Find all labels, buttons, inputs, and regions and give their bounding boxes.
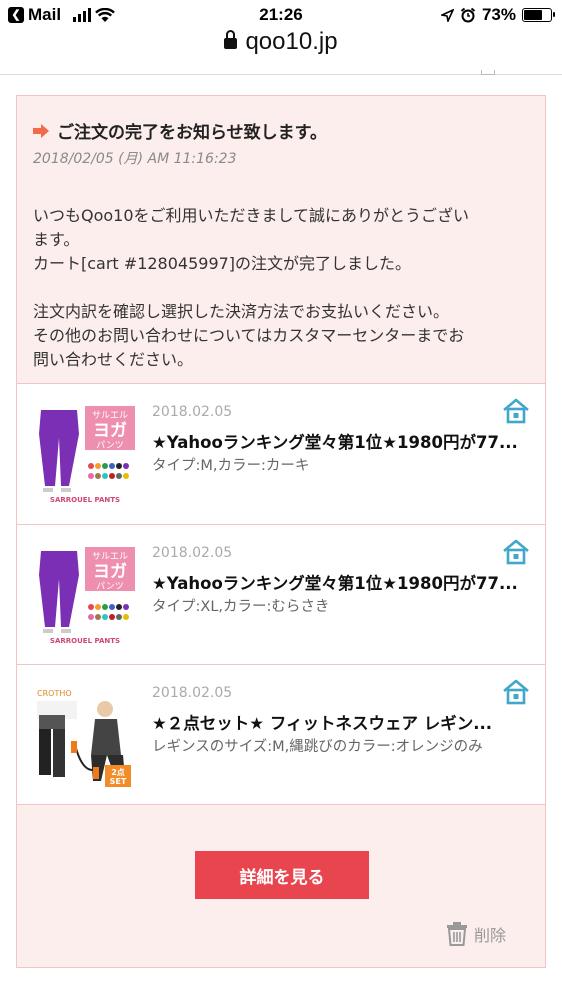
- thumb-label: パンツ: [96, 581, 123, 592]
- thumb-label: 2点: [111, 767, 125, 777]
- battery-fill: [524, 10, 542, 20]
- thumb-label: SARROUEL PANTS: [50, 637, 120, 645]
- delete-label[interactable]: 削除: [474, 922, 506, 946]
- notice-body-line: ます。: [33, 230, 80, 249]
- status-bar: ❮ Mail 21:26 73%: [0, 0, 562, 30]
- notice-body-line: いつもQoo10をご利用いただきまして誠にありがとうござい: [33, 206, 470, 225]
- trash-icon[interactable]: [446, 922, 468, 946]
- shop-house-icon[interactable]: [501, 679, 531, 705]
- product-thumbnail[interactable]: サルエル ヨガ パンツ SARROUEL PANTS: [31, 404, 139, 510]
- order-options: タイプ:M,カラー:カーキ: [152, 458, 310, 474]
- order-date: 2018.02.05: [152, 545, 233, 561]
- thumb-label: ヨガ: [93, 421, 127, 441]
- notice-body-line: 注文内訳を確認し選択した決済方法でお支払いください。: [33, 302, 450, 321]
- order-options: レギンスのサイズ:M,縄跳びのカラー:オレンジのみ: [152, 739, 483, 755]
- thumb-label: サルエル: [92, 410, 128, 421]
- notice-date: 2018/02/05 (月) AM 11:16:23: [33, 151, 237, 167]
- view-details-button[interactable]: 詳細を見る: [195, 851, 369, 899]
- delete-button[interactable]: 削除: [446, 922, 506, 946]
- location-arrow-icon: [440, 8, 454, 22]
- battery-icon: [522, 8, 555, 22]
- order-item[interactable]: サルエル ヨガ パンツ SARROUEL PANTS 2018.02.05 ★Y…: [17, 524, 545, 664]
- order-item[interactable]: サルエル ヨガ パンツ SARROUEL PANTS 2018.02.05 ★Y…: [17, 384, 545, 524]
- toolbar-divider: [0, 74, 562, 75]
- notice-title-text: ご注文の完了をお知らせ致します。: [57, 123, 327, 143]
- url-text[interactable]: qoo10.jp: [245, 28, 337, 55]
- order-options: タイプ:XL,カラー:むらさき: [152, 599, 330, 615]
- shop-house-icon[interactable]: [501, 398, 531, 424]
- notice-body-gap: [33, 276, 531, 300]
- order-product-name[interactable]: ★Yahooランキング堂々第1位★1980円が77...: [152, 570, 532, 594]
- thumb-label: ヨガ: [93, 562, 127, 582]
- product-thumbnail[interactable]: CROTHO 2点 SET: [31, 685, 139, 791]
- notice-body-line: その他のお問い合わせについてはカスタマーセンターまでお: [33, 326, 465, 345]
- order-item[interactable]: CROTHO 2点 SET 2018.02.05 ★２点セット★ フィットネスウ…: [17, 664, 545, 804]
- thumb-label: サルエル: [92, 551, 128, 562]
- thumb-label: CROTHO: [37, 689, 72, 698]
- order-list: サルエル ヨガ パンツ SARROUEL PANTS 2018.02.05 ★Y…: [17, 383, 545, 805]
- url-bar[interactable]: qoo10.jp: [0, 28, 562, 68]
- order-notice-card: ご注文の完了をお知らせ致します。 2018/02/05 (月) AM 11:16…: [16, 95, 546, 968]
- order-product-name[interactable]: ★２点セット★ フィットネスウェア レギン...: [152, 710, 532, 734]
- order-date: 2018.02.05: [152, 685, 233, 701]
- notice-body-line: カート[cart #128045997]の注文が完了しました。: [33, 254, 412, 273]
- alarm-icon: [460, 7, 476, 23]
- right-arrow-icon: [33, 123, 49, 138]
- thumb-label: SARROUEL PANTS: [50, 496, 120, 504]
- battery-percent: 73%: [481, 5, 516, 24]
- order-date: 2018.02.05: [152, 404, 233, 420]
- status-right: 73%: [440, 5, 555, 25]
- lock-icon: [224, 30, 238, 49]
- collapse-handle: [481, 70, 495, 75]
- thumb-label: SET: [110, 777, 127, 786]
- notice-title: ご注文の完了をお知らせ致します。: [33, 118, 327, 143]
- notice-body-line: 問い合わせください。: [33, 350, 194, 369]
- thumb-label: パンツ: [96, 440, 123, 451]
- shop-house-icon[interactable]: [501, 539, 531, 565]
- notice-body: いつもQoo10をご利用いただきまして誠にありがとうござい ます。 カート[ca…: [33, 204, 531, 372]
- product-thumbnail[interactable]: サルエル ヨガ パンツ SARROUEL PANTS: [31, 545, 139, 651]
- order-product-name[interactable]: ★Yahooランキング堂々第1位★1980円が77...: [152, 429, 532, 453]
